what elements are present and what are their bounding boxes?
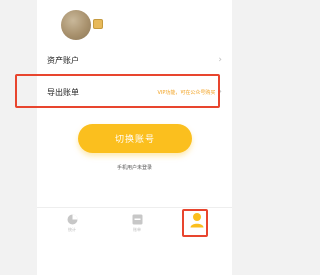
assets-account-label: 资产账户 <box>47 55 79 65</box>
ledger-icon <box>132 214 142 225</box>
tab-statistics[interactable]: 统计 <box>60 214 84 240</box>
mine-tab-highlight <box>182 209 208 237</box>
pie-chart-icon <box>67 214 77 225</box>
tab-statistics-label: 统计 <box>68 227 76 232</box>
assets-account-row[interactable]: 资产账户 › <box>47 54 222 66</box>
export-row-highlight <box>15 74 220 108</box>
avatar[interactable] <box>61 10 91 40</box>
login-status-text: 手机用户未登录 <box>116 165 152 171</box>
gold-badge-icon <box>93 19 103 29</box>
tab-bills-label: 账单 <box>133 227 141 232</box>
switch-account-button[interactable]: 切换账号 <box>78 124 192 153</box>
tab-bills[interactable]: 账单 <box>125 214 149 240</box>
chevron-right-icon: › <box>218 55 222 65</box>
